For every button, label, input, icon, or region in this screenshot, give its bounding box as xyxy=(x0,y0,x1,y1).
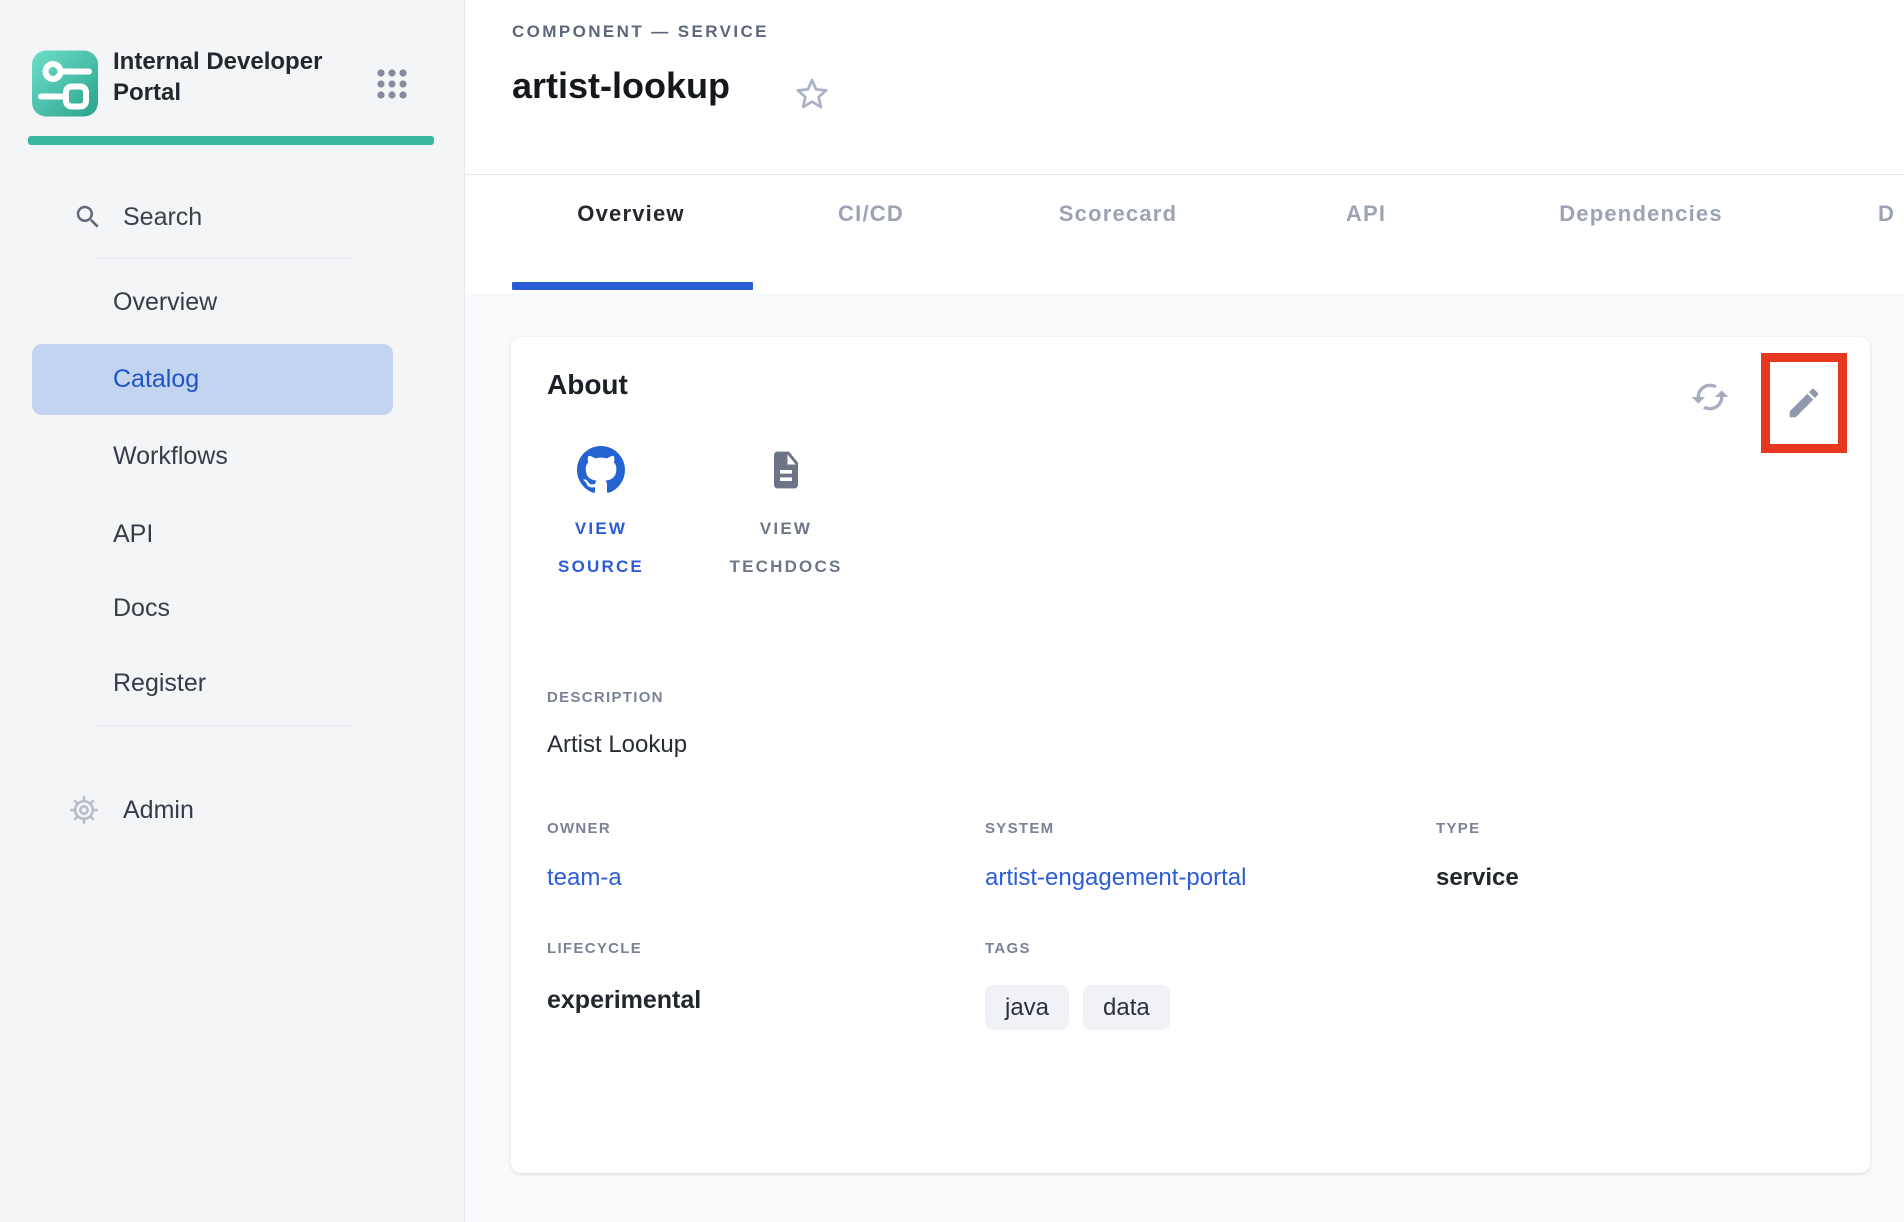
view-source-link[interactable]: VIEW SOURCE xyxy=(527,446,675,586)
sidebar-item-search[interactable]: Search xyxy=(73,194,202,240)
highlight-box-red xyxy=(1761,353,1847,453)
view-techdocs-label: VIEW TECHDOCS xyxy=(730,510,843,586)
system-value-link[interactable]: artist-engagement-portal xyxy=(985,862,1246,894)
owner-label: OWNER xyxy=(547,820,611,838)
tags-label: TAGS xyxy=(985,940,1031,958)
github-icon xyxy=(577,446,625,494)
tab-overflow-truncated[interactable]: D xyxy=(1878,192,1895,236)
type-value: service xyxy=(1436,862,1519,894)
system-label: SYSTEM xyxy=(985,820,1054,838)
portal-logo-icon xyxy=(32,50,98,117)
tab-api[interactable]: API xyxy=(1346,192,1386,236)
search-label: Search xyxy=(123,203,202,232)
sidebar-item-docs[interactable]: Docs xyxy=(32,583,393,633)
tags-row: java data xyxy=(985,985,1170,1030)
view-techdocs-link[interactable]: VIEW TECHDOCS xyxy=(697,446,875,586)
sidebar-item-api[interactable]: API xyxy=(32,509,393,559)
sidebar-item-overview[interactable]: Overview xyxy=(32,277,393,327)
techdocs-file-icon xyxy=(768,448,804,492)
tab-scorecard[interactable]: Scorecard xyxy=(1059,192,1177,236)
admin-label: Admin xyxy=(123,796,194,825)
lifecycle-label: LIFECYCLE xyxy=(547,940,642,958)
brand-title: Internal Developer Portal xyxy=(113,46,383,108)
tag-chip[interactable]: java xyxy=(985,985,1069,1030)
type-label: TYPE xyxy=(1436,820,1480,838)
search-icon xyxy=(73,202,103,232)
sidebar-item-admin[interactable]: Admin xyxy=(67,787,194,833)
brand-accent-bar xyxy=(28,136,434,145)
edit-pencil-icon[interactable] xyxy=(1785,384,1823,422)
active-tab-underline xyxy=(512,282,753,290)
tab-dependencies[interactable]: Dependencies xyxy=(1559,192,1723,236)
about-card: About VIEW xyxy=(511,337,1870,1173)
view-source-label: VIEW SOURCE xyxy=(558,510,644,586)
star-outline-icon[interactable] xyxy=(793,75,831,113)
description-label: DESCRIPTION xyxy=(547,689,664,707)
apps-grid-icon[interactable] xyxy=(377,68,407,100)
page-title: artist-lookup xyxy=(512,64,730,108)
owner-value-link[interactable]: team-a xyxy=(547,862,622,894)
description-value: Artist Lookup xyxy=(547,729,687,761)
tab-cicd[interactable]: CI/CD xyxy=(838,192,904,236)
main-area: COMPONENT — SERVICE artist-lookup Overvi… xyxy=(465,0,1904,1222)
refresh-icon[interactable] xyxy=(1690,377,1730,417)
sidebar-item-catalog[interactable]: Catalog xyxy=(32,344,393,415)
brand: Internal Developer Portal xyxy=(32,50,432,117)
internal-developer-portal-app: Internal Developer Portal Search Overvie… xyxy=(0,0,1904,1222)
sidebar-divider xyxy=(95,725,352,726)
sidebar-divider xyxy=(97,258,352,259)
tab-content: About VIEW xyxy=(465,293,1904,1222)
sidebar-item-register[interactable]: Register xyxy=(32,658,393,708)
breadcrumb: COMPONENT — SERVICE xyxy=(512,22,769,42)
tab-bar: Overview CI/CD Scorecard API Dependencie… xyxy=(465,174,1904,293)
sidebar-item-workflows[interactable]: Workflows xyxy=(32,431,393,481)
tab-overview[interactable]: Overview xyxy=(577,192,684,236)
gear-icon xyxy=(67,793,101,827)
about-card-title: About xyxy=(547,367,628,403)
tag-chip[interactable]: data xyxy=(1083,985,1170,1030)
lifecycle-value: experimental xyxy=(547,983,701,1017)
sidebar: Internal Developer Portal Search Overvie… xyxy=(0,0,465,1222)
